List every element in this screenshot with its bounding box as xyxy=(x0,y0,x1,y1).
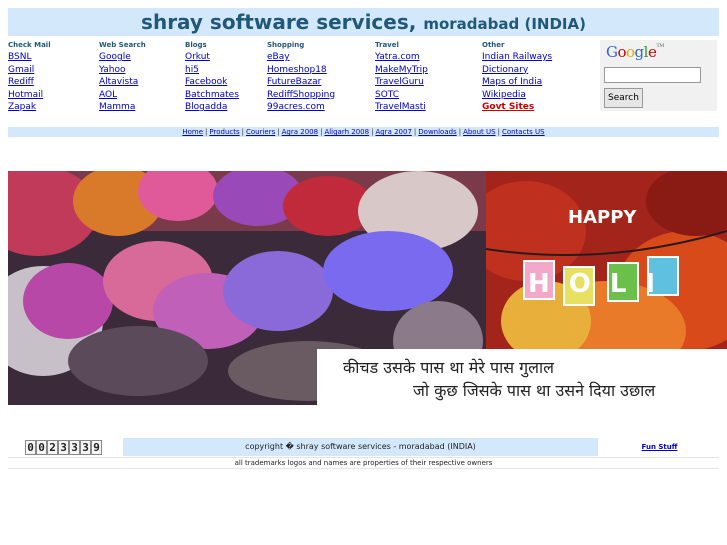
nav-about-us[interactable]: About US xyxy=(463,128,496,136)
google-search-box: GoogleTM Search xyxy=(600,40,717,111)
link-ebay[interactable]: eBay xyxy=(267,51,335,64)
link-futurebazar[interactable]: FutureBazar xyxy=(267,76,335,89)
link-batchmates[interactable]: Batchmates xyxy=(185,89,239,102)
link-govt-sites[interactable]: Govt Sites xyxy=(482,101,552,114)
site-title: shray software services, moradabad (INDI… xyxy=(141,10,586,34)
link-altavista[interactable]: Altavista xyxy=(99,76,146,89)
counter-digit: 9 xyxy=(91,440,102,455)
site-title-main: shray software services, xyxy=(141,10,417,34)
happy-text: HAPPY xyxy=(568,207,637,228)
column-heading: Web Search xyxy=(99,41,146,49)
link-orkut[interactable]: Orkut xyxy=(185,51,239,64)
link-travelguru[interactable]: TravelGuru xyxy=(375,76,428,89)
nav-couriers[interactable]: Couriers xyxy=(246,128,275,136)
link-google[interactable]: Google xyxy=(99,51,146,64)
caption-line-2: जो कुछ जिसके पास था उसने दिया उछाल xyxy=(413,381,656,400)
link-sotc[interactable]: SOTC xyxy=(375,89,428,102)
link-maps-of-india[interactable]: Maps of India xyxy=(482,76,552,89)
nav-products[interactable]: Products xyxy=(209,128,239,136)
column-heading: Blogs xyxy=(185,41,207,49)
nav-home[interactable]: Home xyxy=(182,128,203,136)
holi-banner: HAPPY HOLI कीचड उसके पास था मेरे पास गुल… xyxy=(8,171,727,405)
google-search-input[interactable] xyxy=(604,67,701,83)
hindi-caption-box: कीचड उसके पास था मेरे पास गुलाल जो कुछ ज… xyxy=(317,349,727,405)
link-zapak[interactable]: Zapak xyxy=(8,101,51,114)
link-gmail[interactable]: Gmail xyxy=(8,64,51,77)
link-rediffshopping[interactable]: RediffShopping xyxy=(267,89,335,102)
nav-agra-2007[interactable]: Agra 2007 xyxy=(375,128,411,136)
link-dictionary[interactable]: Dictionary xyxy=(482,64,552,77)
counter-digit: 0 xyxy=(25,440,36,455)
column-shopping: Shopping eBay Homeshop18 FutureBazar Red… xyxy=(267,40,335,114)
caption-line-1: कीचड उसके पास था मेरे पास गुलाल xyxy=(343,358,554,377)
column-check-mail: Check Mail BSNL Gmail Rediff Hotmail Zap… xyxy=(8,40,51,114)
link-yahoo[interactable]: Yahoo xyxy=(99,64,146,77)
link-hotmail[interactable]: Hotmail xyxy=(8,89,51,102)
column-blogs: Blogs Orkut hi5 Facebook Batchmates Blog… xyxy=(185,40,239,114)
nav-aligarh-2008[interactable]: Aligarh 2008 xyxy=(324,128,369,136)
column-heading: Travel xyxy=(375,41,399,49)
site-header: shray software services, moradabad (INDI… xyxy=(8,8,719,36)
column-heading: Other xyxy=(482,41,505,49)
link-99acres[interactable]: 99acres.com xyxy=(267,101,335,114)
counter-digit: 3 xyxy=(58,440,69,455)
link-blogadda[interactable]: Blogadda xyxy=(185,101,239,114)
nav-downloads[interactable]: Downloads xyxy=(418,128,456,136)
fun-stuff-cell: Fun Stuff xyxy=(600,438,719,456)
counter-digit: 2 xyxy=(47,440,58,455)
google-tm-mark: TM xyxy=(656,43,664,49)
link-rediff[interactable]: Rediff xyxy=(8,76,51,89)
trademark-notice: all trademarks logos and names are prope… xyxy=(8,457,719,469)
nav-bar: Home | Products | Couriers | Agra 2008 | Aligarh… xyxy=(8,127,719,137)
link-mamma[interactable]: Mamma xyxy=(99,101,146,114)
link-yatra[interactable]: Yatra.com xyxy=(375,51,428,64)
nav-agra-2008[interactable]: Agra 2008 xyxy=(282,128,318,136)
link-facebook[interactable]: Facebook xyxy=(185,76,239,89)
footer-row: 0023339 copyright � shray software servi… xyxy=(8,438,719,456)
column-other: Other Indian Railways Dictionary Maps of… xyxy=(482,40,552,114)
link-wikipedia[interactable]: Wikipedia xyxy=(482,89,552,102)
counter-digit: 3 xyxy=(80,440,91,455)
counter-digit: 3 xyxy=(69,440,80,455)
link-travelmasti[interactable]: TravelMasti xyxy=(375,101,428,114)
link-makemytrip[interactable]: MakeMyTrip xyxy=(375,64,428,77)
column-heading: Shopping xyxy=(267,41,305,49)
google-logo: GoogleTM xyxy=(606,43,664,61)
fun-stuff-link[interactable]: Fun Stuff xyxy=(642,443,678,451)
column-travel: Travel Yatra.com MakeMyTrip TravelGuru S… xyxy=(375,40,428,114)
copyright-text: copyright � shray software services - mo… xyxy=(123,438,598,456)
holi-text: HOLI xyxy=(528,269,674,299)
counter-digit: 0 xyxy=(36,440,47,455)
google-search-button[interactable]: Search xyxy=(604,88,643,108)
column-web-search: Web Search Google Yahoo Altavista AOL Ma… xyxy=(99,40,146,114)
link-indian-railways[interactable]: Indian Railways xyxy=(482,51,552,64)
link-homeshop18[interactable]: Homeshop18 xyxy=(267,64,335,77)
nav-contacts-us[interactable]: Contacts US xyxy=(502,128,545,136)
link-bsnl[interactable]: BSNL xyxy=(8,51,51,64)
site-title-location: moradabad (INDIA) xyxy=(423,15,586,33)
link-aol[interactable]: AOL xyxy=(99,89,146,102)
column-heading: Check Mail xyxy=(8,41,51,49)
link-hi5[interactable]: hi5 xyxy=(185,64,239,77)
visitor-counter: 0023339 xyxy=(25,440,102,455)
